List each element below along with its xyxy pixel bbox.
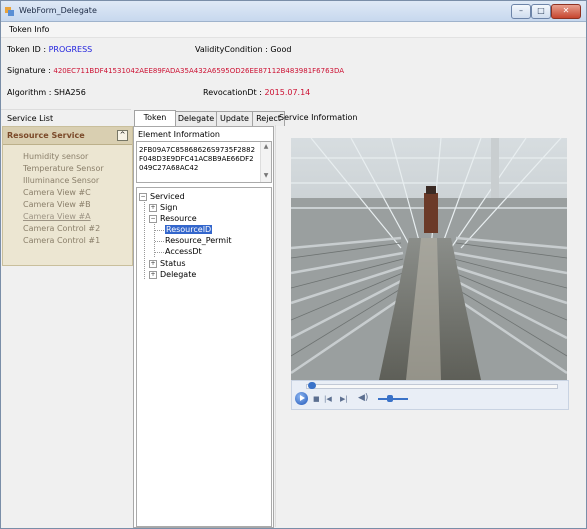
tab-label: Update bbox=[220, 114, 249, 123]
minus-icon[interactable]: − bbox=[139, 192, 147, 201]
resource-service-label: Resource Service bbox=[7, 131, 85, 140]
next-icon[interactable]: ▶| bbox=[340, 395, 348, 403]
service-information-title: Service Information bbox=[279, 113, 358, 122]
tree-node-label: Resource bbox=[160, 214, 197, 223]
token-tree-view: − Serviced + Sign − Resource ResourceID Res… bbox=[136, 187, 272, 527]
menu-token-info[interactable]: Token Info bbox=[9, 25, 49, 34]
minus-icon[interactable]: − bbox=[149, 214, 157, 223]
resource-service-group[interactable]: Resource Service ^ bbox=[3, 127, 132, 145]
scroll-up-icon[interactable]: ▲ bbox=[262, 143, 270, 151]
plus-icon[interactable]: + bbox=[149, 203, 157, 212]
window-title: WebForm_Delegate bbox=[19, 6, 97, 15]
tree-node-label: Resource_Permit bbox=[165, 236, 232, 245]
plus-icon[interactable]: + bbox=[149, 270, 157, 279]
greenhouse-camera-image bbox=[291, 138, 567, 380]
service-list-header: Service List bbox=[1, 109, 131, 126]
token-info-tab-panel: Element Information 2FB09A7C85868626S973… bbox=[133, 126, 274, 528]
menu-bar: Token Info bbox=[1, 22, 586, 38]
service-item-active[interactable]: Camera View #A bbox=[23, 211, 104, 223]
service-item[interactable]: Camera View #C bbox=[23, 187, 104, 199]
maximize-button[interactable]: □ bbox=[531, 4, 551, 19]
previous-icon[interactable]: |◀ bbox=[324, 395, 332, 403]
tab-label: Delegate bbox=[177, 114, 215, 123]
minimize-button[interactable]: – bbox=[511, 4, 531, 19]
element-information-textbox[interactable]: 2FB09A7C85868626S9735F2882F048D3E9DFC41A… bbox=[136, 141, 272, 183]
validity-label: ValidityCondition : bbox=[195, 45, 268, 54]
element-information-label: Element Information bbox=[138, 130, 220, 139]
tree-node-access-dt[interactable]: AccessDt bbox=[165, 247, 202, 257]
revocation-label: RevocationDt : bbox=[203, 88, 262, 97]
service-list-panel: Resource Service ^ Humidity sensor Tempe… bbox=[2, 126, 133, 266]
service-item[interactable]: Humidity sensor bbox=[23, 151, 104, 163]
revocation-value: 2015.07.14 bbox=[264, 88, 311, 97]
service-item[interactable]: Illuminance Sensor bbox=[23, 175, 104, 187]
service-list-title: Service List bbox=[7, 114, 54, 123]
tab-update[interactable]: Update bbox=[216, 111, 253, 126]
tree-node-label: Sign bbox=[160, 203, 178, 212]
algorithm-value: SHA256 bbox=[53, 88, 86, 97]
tree-node-resource-permit[interactable]: Resource_Permit bbox=[165, 236, 231, 246]
tree-node-delegate[interactable]: + Delegate bbox=[149, 270, 196, 280]
validity-value: Good bbox=[270, 45, 292, 54]
tree-node-label: Status bbox=[160, 259, 186, 268]
service-item[interactable]: Camera View #B bbox=[23, 199, 104, 211]
collapse-icon[interactable]: ^ bbox=[117, 130, 128, 141]
algorithm-label: Algorithm : bbox=[7, 88, 52, 97]
media-player-controls: ■ |◀ ▶| ◀) bbox=[291, 380, 569, 410]
seek-thumb[interactable] bbox=[308, 382, 316, 389]
tree-node-resource-id[interactable]: ResourceID bbox=[165, 225, 213, 235]
tree-node-serviced[interactable]: − Serviced bbox=[139, 192, 185, 202]
maximize-icon: □ bbox=[537, 6, 545, 15]
app-icon bbox=[5, 7, 14, 16]
tab-token-info[interactable]: Token Info bbox=[134, 110, 176, 136]
signature-label: Signature : bbox=[7, 66, 51, 75]
tab-delegate[interactable]: Delegate bbox=[175, 111, 217, 126]
play-icon[interactable] bbox=[295, 392, 308, 405]
tree-node-sign[interactable]: + Sign bbox=[149, 203, 177, 213]
token-id-label: Token ID : bbox=[7, 45, 47, 54]
token-id-value: PROGRESS bbox=[48, 45, 93, 54]
camera-video-frame[interactable] bbox=[291, 138, 567, 380]
tree-node-label-selected: ResourceID bbox=[165, 225, 213, 234]
title-bar: WebForm_Delegate – □ ✕ bbox=[1, 1, 586, 22]
token-info-panel: Token ID : PROGRESS ValidityCondition : … bbox=[1, 38, 586, 108]
service-item[interactable]: Camera Control #1 bbox=[23, 235, 104, 247]
close-button[interactable]: ✕ bbox=[551, 4, 581, 19]
service-item[interactable]: Temperature Sensor bbox=[23, 163, 104, 175]
minimize-icon: – bbox=[519, 6, 523, 15]
volume-slider[interactable] bbox=[378, 398, 408, 400]
tree-node-label: Serviced bbox=[150, 192, 185, 201]
service-item[interactable]: Camera Control #2 bbox=[23, 223, 104, 235]
textbox-scrollbar[interactable]: ▲ ▼ bbox=[260, 142, 271, 182]
volume-icon[interactable]: ◀) bbox=[358, 393, 368, 403]
scroll-down-icon[interactable]: ▼ bbox=[262, 172, 270, 180]
signature-value: 420EC711BDF41531042AEE89FADA35A432A6595O… bbox=[53, 67, 345, 75]
close-icon: ✕ bbox=[562, 6, 570, 15]
tree-node-label: Delegate bbox=[160, 270, 197, 279]
plus-icon[interactable]: + bbox=[149, 259, 157, 268]
volume-thumb[interactable] bbox=[387, 395, 393, 402]
tree-node-label: AccessDt bbox=[165, 247, 202, 256]
app-window: WebForm_Delegate – □ ✕ Token Info Token … bbox=[0, 0, 587, 529]
seek-bar[interactable] bbox=[306, 384, 558, 389]
stop-icon[interactable]: ■ bbox=[313, 395, 320, 403]
tree-node-status[interactable]: + Status bbox=[149, 259, 186, 269]
element-information-text: 2FB09A7C85868626S9735F2882F048D3E9DFC41A… bbox=[139, 146, 256, 172]
tree-node-resource[interactable]: − Resource bbox=[149, 214, 197, 224]
